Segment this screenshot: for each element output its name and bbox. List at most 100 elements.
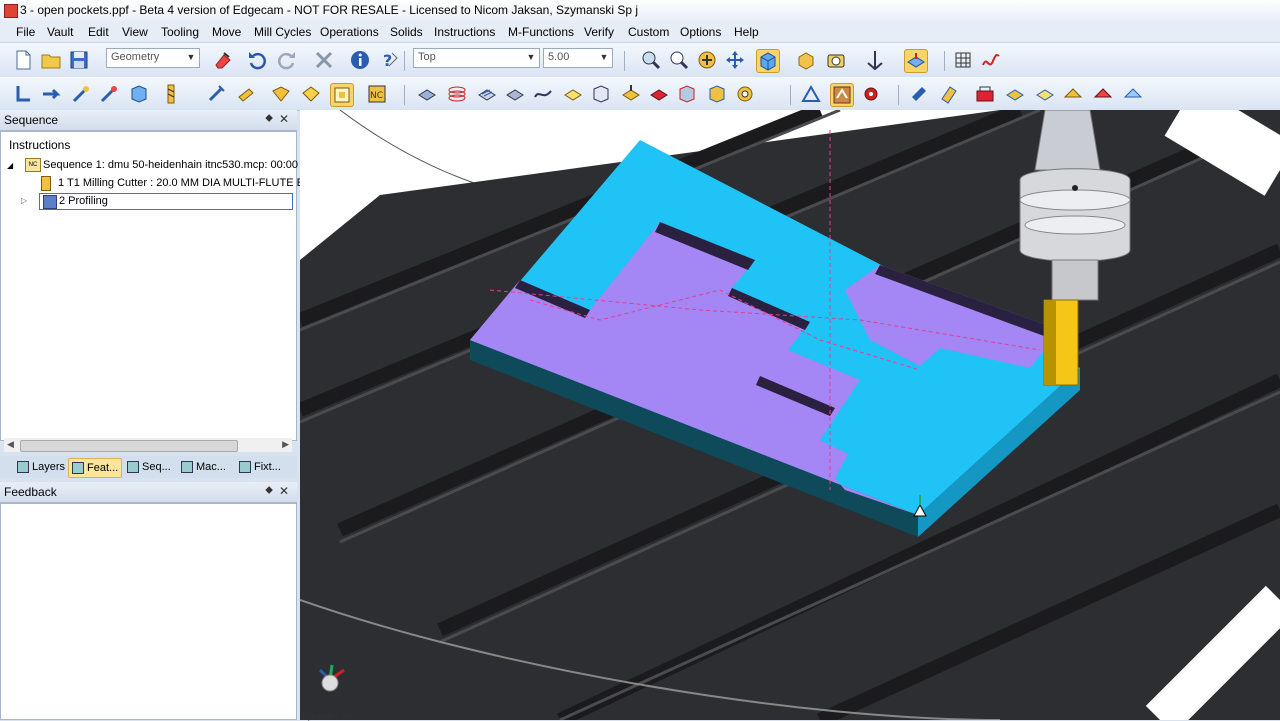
curve-icon[interactable] (980, 49, 1002, 71)
tool-icon[interactable] (160, 83, 182, 105)
menu-vault[interactable]: Vault (47, 25, 73, 39)
close-icon[interactable]: ✕ (279, 112, 289, 126)
rapid-move-icon[interactable] (12, 83, 34, 105)
pan-icon[interactable] (724, 49, 746, 71)
camera-icon[interactable] (825, 49, 847, 71)
delete-icon[interactable] (313, 49, 335, 71)
face-feature-icon[interactable] (1062, 83, 1084, 105)
depth-combo[interactable]: 5.00 ▼ (543, 48, 613, 68)
cpl-icon[interactable] (864, 49, 886, 71)
open-folder-icon[interactable] (40, 49, 62, 71)
postprocess-icon[interactable] (938, 83, 960, 105)
menu-tooling[interactable]: Tooling (161, 25, 199, 39)
redo-icon[interactable] (276, 49, 298, 71)
menu-verify[interactable]: Verify (584, 25, 614, 39)
menu-edit[interactable]: Edit (88, 25, 109, 39)
linear-feed-icon[interactable] (40, 83, 62, 105)
zoom-window-icon[interactable] (668, 49, 690, 71)
tab-layers[interactable]: Layers (14, 458, 68, 476)
wire-feature-icon[interactable] (1092, 83, 1114, 105)
tree-item-label: 1 T1 Milling Cutter : 20.0 MM DIA MULTI-… (58, 177, 304, 189)
erase-icon[interactable] (212, 49, 234, 71)
graphics-viewport[interactable] (300, 110, 1280, 720)
five-axis-icon[interactable] (706, 83, 728, 105)
svg-text:NC: NC (370, 91, 383, 101)
machine-scene[interactable] (300, 110, 1280, 720)
menu-mill-cycles[interactable]: Mill Cycles (254, 25, 311, 39)
tree-expander-icon[interactable]: ▷ (21, 196, 27, 205)
rotate-icon[interactable] (696, 49, 718, 71)
tab-features[interactable]: Feat... (68, 458, 123, 478)
zoom-icon[interactable] (640, 49, 662, 71)
contour-icon[interactable] (676, 83, 698, 105)
verify-icon[interactable] (974, 83, 996, 105)
menu-bar: File Vault Edit View Tooling Move Mill C… (0, 22, 1280, 43)
feedback-panel-title: Feedback (4, 485, 57, 499)
workplane-icon[interactable] (904, 49, 928, 73)
turn-feature-icon[interactable] (1034, 83, 1056, 105)
profiling-icon[interactable] (300, 83, 322, 105)
help-icon[interactable]: ? (378, 49, 400, 71)
layer-combo[interactable]: Geometry ▼ (106, 48, 200, 68)
roughing-icon[interactable] (270, 83, 292, 105)
stock-icon[interactable] (128, 83, 150, 105)
waterline-icon[interactable] (446, 83, 468, 105)
engrave-icon[interactable] (235, 83, 257, 105)
drilling-icon[interactable] (734, 83, 756, 105)
nc-code-icon[interactable]: NC (366, 83, 388, 105)
view-cube-icon[interactable] (756, 49, 780, 73)
menu-move[interactable]: Move (212, 25, 241, 39)
menu-solids[interactable]: Solids (390, 25, 423, 39)
scroll-right-icon[interactable]: ▶ (282, 439, 289, 450)
hole-feature-icon[interactable] (1004, 83, 1026, 105)
undo-icon[interactable] (246, 49, 268, 71)
menu-view[interactable]: View (122, 25, 148, 39)
window-title: 3 - open pockets.ppf - Beta 4 version of… (20, 3, 639, 17)
scroll-thumb[interactable] (20, 440, 238, 452)
helical-move-icon[interactable] (98, 83, 120, 105)
settings-icon[interactable] (860, 83, 882, 105)
rotary-feature-icon[interactable] (1122, 83, 1144, 105)
slice-icon[interactable] (648, 83, 670, 105)
menu-operations[interactable]: Operations (320, 25, 379, 39)
menu-custom[interactable]: Custom (628, 25, 669, 39)
menu-help[interactable]: Help (734, 25, 759, 39)
close-icon[interactable]: ✕ (279, 484, 289, 498)
pin-icon[interactable]: ⬥ (265, 112, 273, 125)
chevron-down-icon[interactable]: ▼ (598, 50, 610, 64)
grid-icon[interactable] (952, 49, 974, 71)
tab-machine[interactable]: Mac... (178, 458, 229, 476)
tree-expander-icon[interactable]: ◢ (7, 161, 13, 170)
view-combo[interactable]: Top ▼ (413, 48, 540, 68)
shaded-view-icon[interactable] (795, 49, 817, 71)
info-icon[interactable] (349, 49, 371, 71)
chevron-down-icon[interactable]: ▼ (185, 50, 197, 64)
chevron-down-icon[interactable]: ▼ (525, 50, 537, 64)
flowline-icon[interactable] (532, 83, 554, 105)
rest-finish-icon[interactable] (504, 83, 526, 105)
menu-m-functions[interactable]: M-Functions (508, 25, 574, 39)
tab-fixtures[interactable]: Fixt... (236, 458, 284, 476)
pencil-mill-icon[interactable] (620, 83, 642, 105)
menu-options[interactable]: Options (680, 25, 721, 39)
menu-instructions[interactable]: Instructions (434, 25, 495, 39)
app-icon[interactable] (4, 4, 18, 18)
pin-icon[interactable]: ⬥ (265, 484, 273, 497)
layers-icon (17, 461, 29, 474)
new-file-icon[interactable] (12, 49, 34, 71)
pocketing-icon[interactable] (330, 83, 354, 107)
cornering-icon[interactable] (562, 83, 584, 105)
measure-icon[interactable] (800, 83, 822, 105)
horizontal-scrollbar[interactable]: ◀ ▶ (4, 438, 292, 452)
tab-sequence[interactable]: Seq... (124, 458, 174, 476)
cycle-icon[interactable] (205, 83, 227, 105)
parallel-lace-icon[interactable] (476, 83, 498, 105)
save-icon[interactable] (68, 49, 90, 71)
face-mill-icon[interactable] (416, 83, 438, 105)
drill-move-icon[interactable] (70, 83, 92, 105)
scroll-left-icon[interactable]: ◀ (7, 439, 14, 450)
simulate-icon[interactable] (830, 83, 854, 107)
machine-icon[interactable] (908, 83, 930, 105)
profile-3d-icon[interactable] (590, 83, 612, 105)
menu-file[interactable]: File (16, 25, 35, 39)
